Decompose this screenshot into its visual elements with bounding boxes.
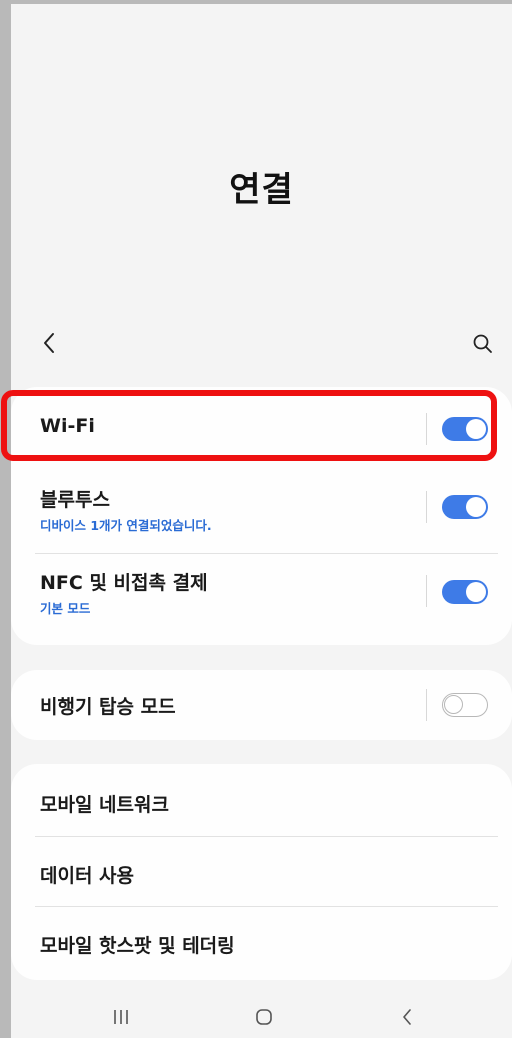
back-icon[interactable] [387,1002,427,1032]
mobile-network-row[interactable]: 모바일 네트워크 [11,764,512,836]
divider [426,491,427,523]
bluetooth-status: 디바이스 1개가 연결되었습니다. [40,518,212,533]
page-title: 연결 [229,170,294,210]
data-usage-row[interactable]: 데이터 사용 [11,837,512,906]
mobile-network-label: 모바일 네트워크 [40,794,169,816]
network-card: 모바일 네트워크 데이터 사용 모바일 핫스팟 및 테더링 [11,764,512,980]
data-usage-label: 데이터 사용 [40,865,135,887]
wifi-toggle[interactable] [442,417,488,441]
airplane-mode-toggle[interactable] [442,693,488,717]
nfc-toggle[interactable] [442,580,488,604]
toggle-knob [466,582,486,602]
wifi-row[interactable]: Wi-Fi [11,387,512,473]
nfc-label: NFC 및 비접촉 결제 [40,572,208,594]
home-icon[interactable] [244,1002,284,1032]
divider [426,575,427,607]
recent-apps-icon[interactable] [101,1002,141,1032]
wifi-label: Wi-Fi [40,415,95,437]
toggle-knob [466,497,486,517]
hotspot-label: 모바일 핫스팟 및 테더링 [40,935,235,957]
divider [426,689,427,721]
toggle-knob [444,695,463,714]
bluetooth-label: 블루투스 [40,489,110,511]
toggle-knob [466,419,486,439]
airplane-card: 비행기 탑승 모드 [11,670,512,740]
nfc-row[interactable]: NFC 및 비접촉 결제 기본 모드 [11,554,512,644]
airplane-mode-label: 비행기 탑승 모드 [40,696,176,718]
airplane-mode-row[interactable]: 비행기 탑승 모드 [11,670,512,740]
hotspot-row[interactable]: 모바일 핫스팟 및 테더링 [11,907,512,979]
chevron-left-icon[interactable] [37,330,63,356]
bluetooth-toggle[interactable] [442,495,488,519]
settings-screen: 연결 Wi-Fi 블루투스 디바이스 1개가 연결되었습니다. NFC 및 비접… [11,4,512,1038]
connections-card: Wi-Fi 블루투스 디바이스 1개가 연결되었습니다. NFC 및 비접촉 결… [11,387,512,645]
search-icon[interactable] [471,332,495,356]
bluetooth-row[interactable]: 블루투스 디바이스 1개가 연결되었습니다. [11,473,512,555]
system-nav-bar [11,994,512,1038]
nfc-mode: 기본 모드 [40,601,91,616]
divider [426,413,427,445]
